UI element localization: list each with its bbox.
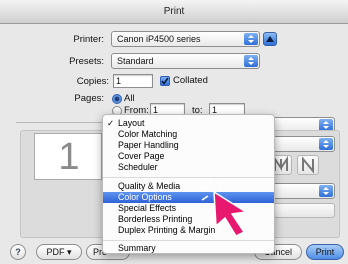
menu-item-label: Special Effects — [118, 203, 177, 213]
menu-item-label: Borderless Printing — [118, 214, 193, 224]
pages-all-radio[interactable] — [112, 94, 122, 104]
menu-item-label: Scheduler — [118, 162, 158, 172]
checkmark-icon — [161, 77, 169, 85]
menu-item-color-matching[interactable]: Color Matching — [103, 129, 274, 140]
menu-item-label: Layout — [118, 118, 145, 128]
menu-item-scheduler[interactable]: Scheduler — [103, 162, 274, 173]
up-down-arrows-icon — [319, 185, 333, 197]
menu-item-label: Summary — [118, 243, 156, 253]
checkmark-icon: ✓ — [107, 118, 115, 128]
presets-label: Presets: — [69, 56, 104, 67]
menu-item-paper-handling[interactable]: Paper Handling — [103, 140, 274, 151]
pages-label: Pages: — [74, 93, 104, 104]
panel-popup-disabled[interactable] — [272, 203, 335, 218]
collated-label: Collated — [173, 75, 208, 86]
up-down-arrows-icon — [244, 55, 258, 67]
menu-item-label: Color Options — [118, 192, 172, 202]
menu-separator — [103, 240, 274, 241]
printer-disclosure-button[interactable] — [263, 32, 277, 46]
page-preview: 1 — [34, 133, 102, 180]
up-down-arrows-icon — [244, 33, 258, 45]
menu-item-label: Paper Handling — [118, 140, 179, 150]
menu-item-cover-page[interactable]: Cover Page — [103, 151, 274, 162]
pages-all-label: All — [124, 93, 135, 104]
print-button[interactable]: Print — [306, 244, 344, 260]
panel-popup[interactable] — [272, 136, 335, 152]
copies-field[interactable]: 1 — [113, 74, 153, 88]
help-icon: ? — [15, 247, 21, 257]
menu-item-layout[interactable]: ✓ Layout — [103, 118, 274, 129]
pointer-cursor-icon — [200, 177, 249, 237]
presets-value: Standard — [117, 56, 154, 66]
menu-item-label: Quality & Media — [118, 181, 181, 191]
copies-label: Copies: — [76, 76, 109, 87]
menu-item-label: Cover Page — [118, 151, 165, 161]
help-button[interactable]: ? — [10, 244, 26, 260]
printer-value: Canon iP4500 series — [117, 34, 201, 44]
menu-item-label: Color Matching — [118, 129, 178, 139]
menu-item-summary[interactable]: Summary — [103, 243, 274, 254]
collated-checkbox[interactable] — [160, 76, 170, 86]
window-title: Print — [0, 0, 348, 24]
printer-label: Printer: — [73, 34, 104, 45]
panel-popup[interactable] — [272, 183, 335, 199]
layout-direction-button[interactable] — [297, 155, 319, 175]
layout-direction-icon — [302, 156, 314, 174]
presets-popup[interactable]: Standard — [111, 53, 260, 69]
triangle-up-icon — [266, 36, 274, 42]
up-down-arrows-icon — [319, 138, 333, 150]
pdf-menu-button[interactable]: PDF ▾ — [36, 244, 82, 260]
preview-page-number: 1 — [58, 136, 80, 178]
printer-popup[interactable]: Canon iP4500 series — [111, 31, 260, 47]
